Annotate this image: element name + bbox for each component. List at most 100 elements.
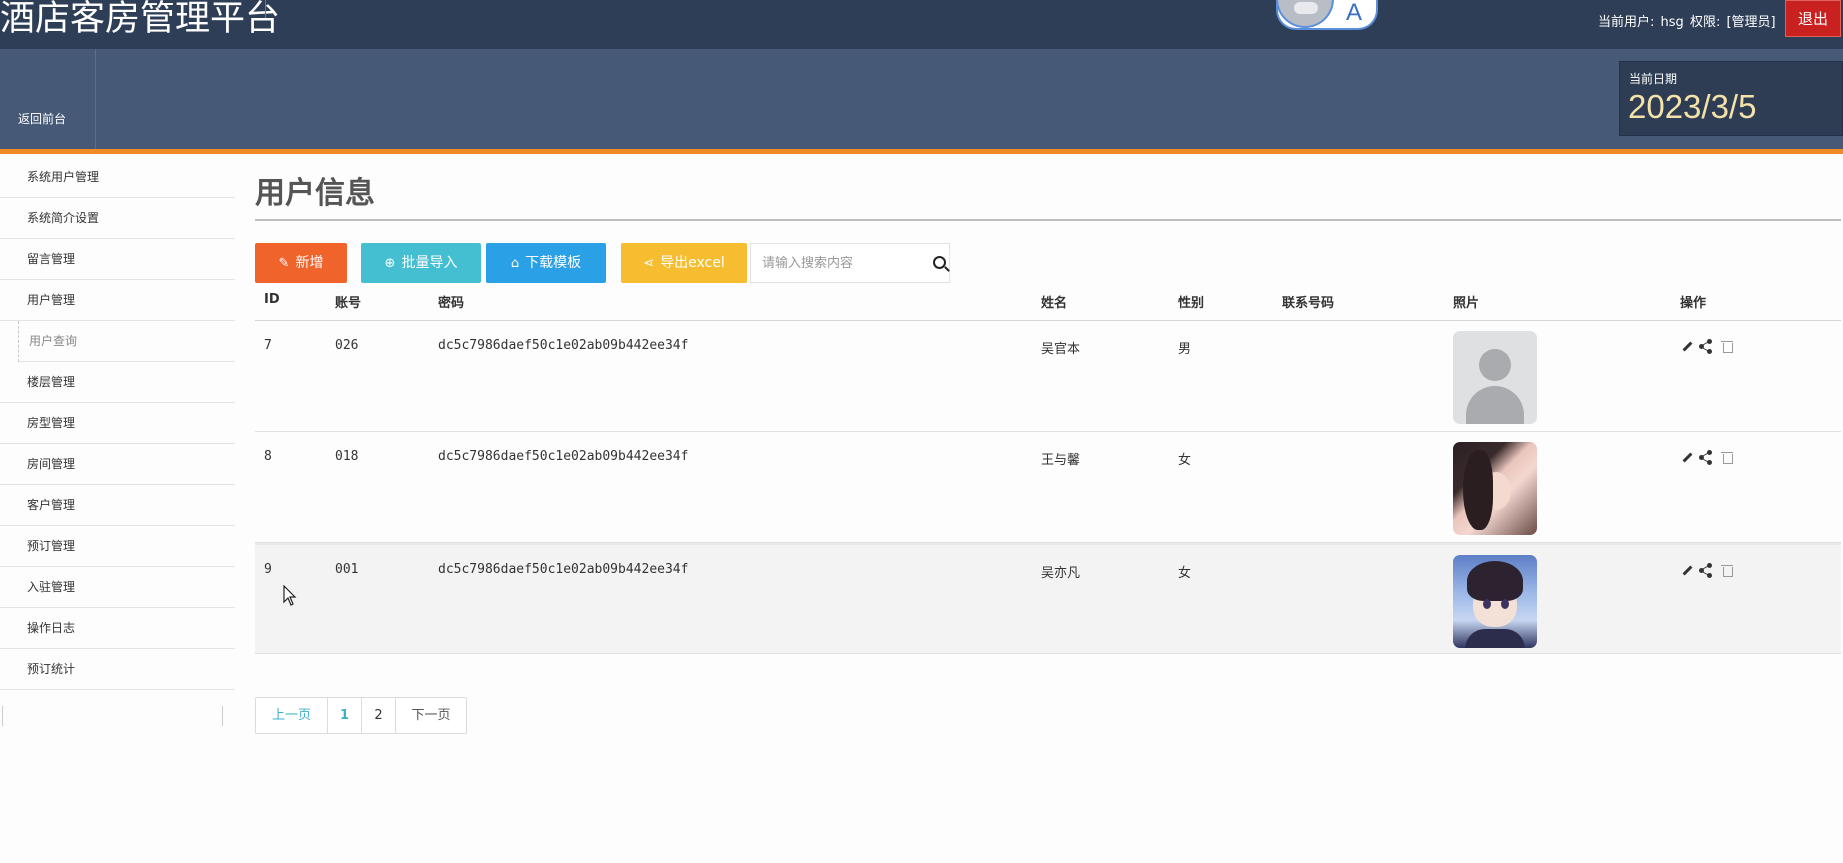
share-icon[interactable] xyxy=(1699,563,1713,578)
current-user: hsg xyxy=(1660,15,1684,30)
pencil-icon: ✎ xyxy=(278,256,290,271)
cell-password: dc5c7986daef50c1e02ab09b442ee34f xyxy=(438,338,689,353)
cell-sex: 女 xyxy=(1178,566,1192,581)
edit-icon[interactable] xyxy=(1680,339,1694,353)
sidebar-item-rooms[interactable]: 房间管理 xyxy=(0,444,235,485)
toggle-knob xyxy=(1276,0,1334,28)
header-photo: 照片 xyxy=(1453,296,1480,311)
title-divider-line xyxy=(255,219,1841,221)
header-password: 密码 xyxy=(438,296,465,311)
title-divider xyxy=(265,0,266,18)
cell-account: 001 xyxy=(335,562,359,577)
pagination: 上一页 1 2 下一页 xyxy=(255,697,467,734)
sidebar-item-customers[interactable]: 客户管理 xyxy=(0,485,235,526)
portrait-eye xyxy=(1483,599,1491,609)
role-label: 权限: xyxy=(1689,15,1721,30)
download-template-button[interactable]: ⌂ 下载模板 xyxy=(486,243,606,283)
cell-id: 9 xyxy=(264,562,272,577)
search-box xyxy=(750,243,950,283)
page-2-button[interactable]: 2 xyxy=(362,698,396,733)
page-title: 用户信息 xyxy=(255,176,375,211)
date-box: 当前日期 2023/3/5 xyxy=(1619,61,1843,136)
page-1-button[interactable]: 1 xyxy=(328,698,362,733)
sidebar-item-booking-stats[interactable]: 预订统计 xyxy=(0,649,235,690)
prev-page-button[interactable]: 上一页 xyxy=(256,698,328,733)
back-to-front-link[interactable]: 返回前台 xyxy=(0,49,96,149)
sidebar-item-check-in[interactable]: 入驻管理 xyxy=(0,567,235,608)
date-value: 2023/3/5 xyxy=(1628,88,1757,125)
export-excel-button[interactable]: ⋖ 导出excel xyxy=(621,243,747,283)
header-phone: 联系号码 xyxy=(1282,296,1335,311)
anime-boy-portrait-image xyxy=(1453,555,1537,648)
table-row: 7 026 dc5c7986daef50c1e02ab09b442ee34f 吴… xyxy=(255,321,1841,432)
role: [管理员] xyxy=(1726,15,1776,30)
cell-name: 吴官本 xyxy=(1041,342,1081,357)
batch-import-label: 批量导入 xyxy=(401,255,458,271)
header-actions: 操作 xyxy=(1680,296,1707,311)
header-account: 账号 xyxy=(335,296,362,311)
portrait-shirt xyxy=(1465,629,1525,648)
user-table: ID 账号 密码 姓名 性别 联系号码 照片 操作 7 026 dc5c7986… xyxy=(255,286,1841,654)
add-button[interactable]: ✎ 新增 xyxy=(255,243,347,283)
default-avatar-image xyxy=(1453,331,1537,424)
sidebar-item-bookings[interactable]: 预订管理 xyxy=(0,526,235,567)
search-icon[interactable] xyxy=(933,256,946,269)
next-page-button[interactable]: 下一页 xyxy=(396,698,466,733)
plus-circle-icon: ⊕ xyxy=(384,256,396,271)
sidebar-item-floors[interactable]: 楼层管理 xyxy=(0,362,235,403)
accent-divider xyxy=(0,149,1843,154)
sidebar-item-user-query[interactable]: 用户查询 xyxy=(18,321,235,362)
avatar-body-shape xyxy=(1466,386,1524,424)
cell-id: 7 xyxy=(264,338,272,353)
user-info: 当前用户: hsg 权限: [管理员] xyxy=(1598,11,1778,30)
cell-sex: 男 xyxy=(1178,342,1192,357)
sidebar-item-operation-log[interactable]: 操作日志 xyxy=(0,608,235,649)
sidebar-item-messages[interactable]: 留言管理 xyxy=(0,239,235,280)
delete-icon[interactable] xyxy=(1720,450,1734,464)
trash-download-icon: ⌂ xyxy=(510,256,520,271)
cell-id: 8 xyxy=(264,449,272,464)
sidebar-item-users[interactable]: 用户管理 xyxy=(0,280,235,321)
table-header: ID 账号 密码 姓名 性别 联系号码 照片 操作 xyxy=(255,286,1841,321)
sidebar: 系统用户管理 系统简介设置 留言管理 用户管理 用户查询 楼层管理 房型管理 房… xyxy=(0,157,235,726)
portrait-eye xyxy=(1501,599,1509,609)
date-label: 当前日期 xyxy=(1629,72,1678,86)
sidebar-item-system-users[interactable]: 系统用户管理 xyxy=(0,157,235,198)
sidebar-item-room-types[interactable]: 房型管理 xyxy=(0,403,235,444)
top-bar: 酒店客房管理平台 A 当前用户: hsg 权限: [管理员] 退出 xyxy=(0,0,1843,49)
sidebar-item-system-intro[interactable]: 系统简介设置 xyxy=(0,198,235,239)
cell-account: 018 xyxy=(335,449,359,464)
delete-icon[interactable] xyxy=(1720,563,1734,577)
table-row: 8 018 dc5c7986daef50c1e02ab09b442ee34f 王… xyxy=(255,432,1841,543)
cell-name: 吴亦凡 xyxy=(1041,566,1081,581)
share-icon: ⋖ xyxy=(643,256,655,271)
delete-icon[interactable] xyxy=(1720,339,1734,353)
girl-portrait-image xyxy=(1453,442,1537,535)
cell-sex: 女 xyxy=(1178,453,1192,468)
sidebar-footer xyxy=(0,706,235,728)
current-user-label: 当前用户: xyxy=(1598,15,1655,30)
edit-icon[interactable] xyxy=(1680,450,1694,464)
nav-bar: 返回前台 当前日期 2023/3/5 xyxy=(0,49,1843,149)
cell-password: dc5c7986daef50c1e02ab09b442ee34f xyxy=(438,449,689,464)
download-template-label: 下载模板 xyxy=(525,255,582,271)
cell-password: dc5c7986daef50c1e02ab09b442ee34f xyxy=(438,562,689,577)
cell-account: 026 xyxy=(335,338,359,353)
table-row: 9 001 dc5c7986daef50c1e02ab09b442ee34f 吴… xyxy=(255,543,1841,654)
share-icon[interactable] xyxy=(1699,450,1713,465)
header-name: 姓名 xyxy=(1041,296,1068,311)
batch-import-button[interactable]: ⊕ 批量导入 xyxy=(361,243,481,283)
portrait-hair xyxy=(1467,561,1523,601)
language-toggle[interactable]: A xyxy=(1276,0,1378,30)
logout-button[interactable]: 退出 xyxy=(1785,0,1841,37)
language-label: A xyxy=(1346,0,1363,26)
header-sex: 性别 xyxy=(1178,296,1205,311)
search-input[interactable] xyxy=(751,244,921,282)
portrait-hair xyxy=(1463,450,1493,530)
edit-icon[interactable] xyxy=(1680,563,1694,577)
cell-name: 王与馨 xyxy=(1041,453,1081,468)
share-icon[interactable] xyxy=(1699,339,1713,354)
export-excel-label: 导出excel xyxy=(660,255,725,271)
avatar-head-shape xyxy=(1479,349,1511,381)
app-title: 酒店客房管理平台 xyxy=(0,0,281,39)
